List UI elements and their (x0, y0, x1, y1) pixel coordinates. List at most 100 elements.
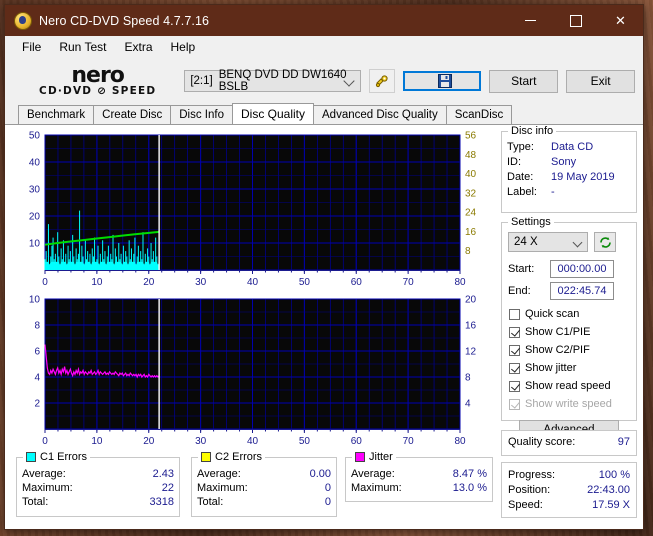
svg-text:70: 70 (403, 436, 415, 447)
c2-errors-legend: C2 Errors (198, 451, 266, 463)
tab-disc-quality[interactable]: Disc Quality (232, 103, 315, 124)
disc-date-row: Date: 19 May 2019 (507, 170, 636, 185)
c1-errors-stats: C1 Errors Average: 2.43 Maximum: 22 Tota… (16, 451, 180, 517)
checkbox-box (509, 326, 520, 338)
tab-advanced-disc-quality[interactable]: Advanced Disc Quality (313, 105, 447, 124)
svg-text:32: 32 (465, 188, 477, 199)
floppy-save-icon[interactable] (402, 71, 482, 91)
svg-text:30: 30 (29, 185, 41, 196)
svg-text:0: 0 (42, 277, 48, 288)
close-icon[interactable]: ✕ (598, 5, 643, 36)
settings-title: Settings (508, 216, 554, 228)
c2-total-label: Total: (197, 496, 224, 508)
eject-tool-icon[interactable] (369, 69, 395, 93)
svg-text:60: 60 (351, 436, 363, 447)
jitter-maximum-value: 13.0 % (452, 482, 487, 494)
checkbox-label: Show C1/PIE (525, 326, 591, 338)
table-row: Average: 8.47 % (351, 467, 492, 481)
menu-file[interactable]: File (13, 38, 50, 56)
table-row: Maximum: 22 (22, 481, 179, 495)
disc-label-value: - (551, 186, 555, 198)
c1-average-label: Average: (22, 468, 66, 480)
svg-text:8: 8 (465, 373, 471, 384)
status-group: Progress: 100 % Position: 22:43.00 Speed… (501, 462, 637, 518)
quality-score-label: Quality score: (508, 436, 576, 448)
checkbox-label: Show jitter (525, 362, 577, 374)
jitter-maximum-label: Maximum: (351, 482, 402, 494)
position-row: Position: 22:43.00 (508, 483, 630, 498)
disc-label-label: Label: (507, 186, 537, 198)
svg-text:0: 0 (42, 436, 48, 447)
checkbox-label: Show read speed (525, 380, 611, 392)
disc-label-row: Label: - (507, 185, 636, 200)
refresh-icon[interactable] (594, 232, 616, 252)
speed-value: 17.59 X (592, 499, 630, 511)
table-row: Maximum: 13.0 % (351, 481, 492, 495)
tab-disc-info[interactable]: Disc Info (170, 105, 233, 124)
svg-text:4: 4 (34, 373, 40, 384)
table-row: Total: 3318 (22, 495, 179, 509)
end-time-field[interactable]: 022:45.74 (550, 282, 614, 300)
c1-total-label: Total: (22, 496, 49, 508)
nero-logo: nero CD·DVD ⊘ SPEED (25, 63, 170, 99)
c2-average-label: Average: (197, 468, 241, 480)
window-controls: ✕ (508, 5, 643, 36)
logo-wordmark: nero (71, 62, 125, 88)
menu-help[interactable]: Help (162, 38, 205, 56)
checkbox-show-read-speed[interactable]: Show read speed (509, 378, 636, 394)
drive-name: BENQ DVD DD DW1640 BSLB (218, 69, 347, 93)
checkbox-box (509, 362, 520, 374)
svg-text:10: 10 (29, 295, 41, 306)
svg-text:2: 2 (34, 399, 40, 410)
checkbox-label: Show C2/PIF (525, 344, 590, 356)
svg-text:6: 6 (34, 347, 40, 358)
c2-maximum-label: Maximum: (197, 482, 248, 494)
quality-score-group: Quality score: 97 (501, 430, 637, 456)
checkbox-box (509, 308, 520, 320)
menu-bar: File Run Test Extra Help (5, 36, 643, 59)
table-row: Total: 0 (197, 495, 336, 509)
nero-disc-icon (14, 11, 32, 30)
svg-text:50: 50 (299, 277, 311, 288)
menu-extra[interactable]: Extra (115, 38, 161, 56)
jitter-color-swatch (355, 452, 365, 462)
charts-column: 10 20 30 40 50 8 16 24 32 40 48 56 0 10 20 30 40 50 60 70… (5, 125, 498, 529)
maximize-button[interactable] (553, 5, 598, 36)
disc-type-label: Type: (507, 141, 534, 153)
menu-run-test[interactable]: Run Test (50, 38, 115, 56)
minimize-button[interactable] (508, 5, 553, 36)
svg-text:8: 8 (465, 246, 471, 257)
svg-text:40: 40 (247, 277, 259, 288)
c1-color-swatch (26, 452, 36, 462)
disc-type-row: Type: Data CD (507, 140, 636, 155)
checkbox-quick-scan[interactable]: Quick scan (509, 306, 636, 322)
jitter-chart: 2 4 6 8 10 4 8 12 16 20 0 10 20 30 40 50 60 70 80 (13, 293, 493, 453)
svg-text:20: 20 (143, 436, 155, 447)
jitter-average-label: Average: (351, 468, 395, 480)
svg-text:40: 40 (465, 169, 477, 180)
checkbox-show-c2-pif[interactable]: Show C2/PIF (509, 342, 636, 358)
disc-date-value: 19 May 2019 (551, 171, 615, 183)
drive-select[interactable]: [2:1] BENQ DVD DD DW1640 BSLB (184, 69, 362, 93)
position-value: 22:43.00 (587, 484, 630, 496)
tab-scandisc[interactable]: ScanDisc (445, 105, 513, 124)
c2-errors-title: C2 Errors (215, 451, 263, 463)
speed-row: Speed: 17.59 X (508, 498, 630, 513)
svg-text:16: 16 (465, 321, 477, 332)
tab-benchmark[interactable]: Benchmark (18, 105, 95, 124)
start-time-field[interactable]: 000:00.00 (550, 260, 614, 278)
checkbox-show-jitter[interactable]: Show jitter (509, 360, 636, 376)
svg-text:20: 20 (465, 295, 477, 306)
toolbar: nero CD·DVD ⊘ SPEED [2:1] BENQ DVD DD DW… (5, 59, 643, 103)
c2-maximum-value: 0 (324, 482, 331, 494)
disc-id-value: Sony (551, 156, 577, 168)
tab-create-disc[interactable]: Create Disc (93, 105, 172, 124)
exit-button[interactable]: Exit (566, 69, 635, 93)
start-button[interactable]: Start (489, 69, 559, 93)
checkbox-show-c1-pie[interactable]: Show C1/PIE (509, 324, 636, 340)
speed-select[interactable]: 24 X (508, 232, 588, 252)
svg-text:8: 8 (34, 321, 40, 332)
progress-value: 100 % (598, 469, 630, 481)
c2-total-value: 0 (324, 496, 331, 508)
checkbox-box (509, 380, 520, 392)
